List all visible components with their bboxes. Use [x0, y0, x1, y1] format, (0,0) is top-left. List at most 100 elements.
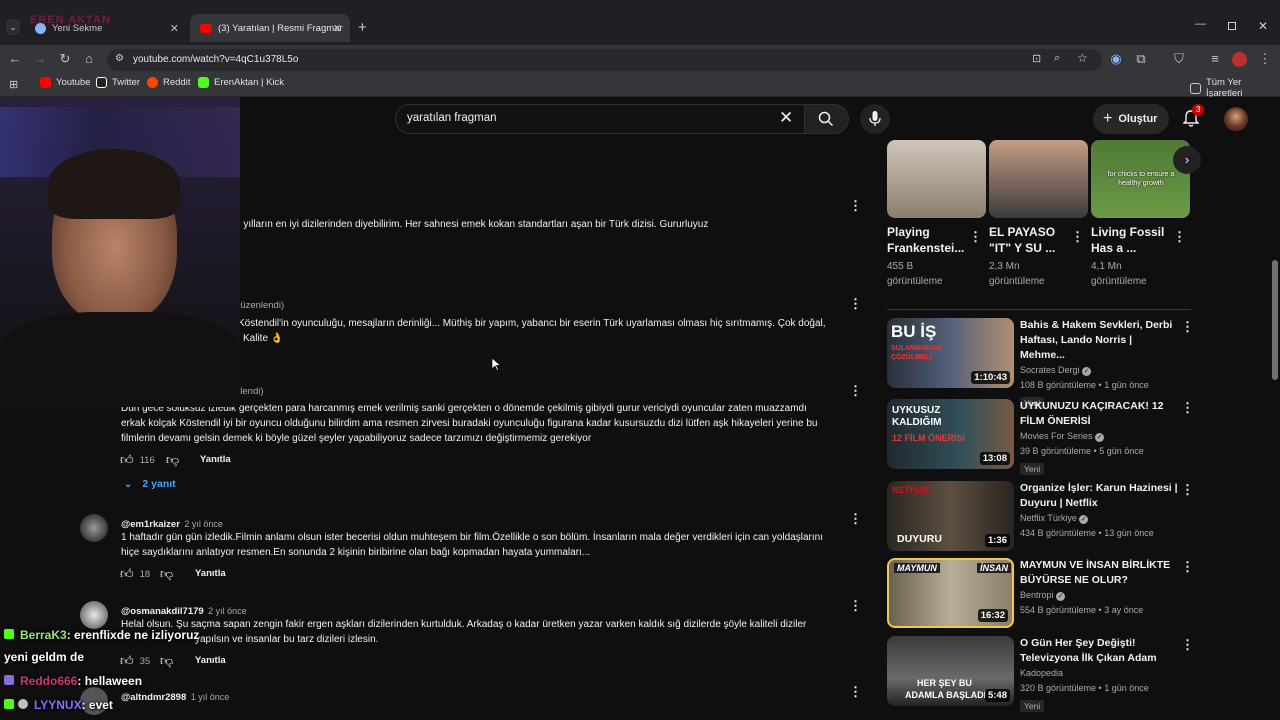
tab-new-tab[interactable]: Yeni Sekme ✕ [25, 14, 187, 42]
voice-search-button[interactable] [860, 104, 890, 134]
short-item[interactable]: Playing Frankenstei... 455 B görüntüleme… [887, 224, 986, 289]
related-video-item[interactable]: MAYMUN İNSAN 16:32 MAYMUN VE İNSAN BİRLİ… [887, 558, 1197, 630]
install-app-icon[interactable]: ⊡ [1032, 52, 1041, 65]
back-icon[interactable]: ← [6, 50, 24, 68]
comment-time[interactable]: 2 yıl önce [184, 519, 223, 529]
shelf-next-button[interactable]: › [1173, 146, 1201, 174]
bookmark-star-icon[interactable]: ☆ [1077, 51, 1088, 65]
comment-menu-icon[interactable]: ⋮ [849, 297, 862, 311]
bookmark-kick[interactable]: ErenAktan | Kick [198, 77, 284, 88]
comment-menu-icon[interactable]: ⋮ [849, 384, 862, 398]
profile-avatar[interactable] [1232, 52, 1247, 67]
dislike-button[interactable]: 👎︎ [166, 452, 179, 468]
close-window-button[interactable]: ✕ [1258, 19, 1268, 33]
chat-message: BerraK3: erenflixde ne izliyoruz [4, 628, 199, 642]
comment-text: Kalite 👌 [243, 333, 284, 344]
site-info-icon[interactable]: ⚙ [115, 53, 124, 64]
comment-author[interactable]: @em1rkaizer [121, 519, 180, 530]
related-video-item[interactable]: BU İŞ SULANMADAN ÇÖZÜLMELİ 1:10:43 Bahis… [887, 318, 1197, 409]
chat-badge-icon [4, 629, 14, 639]
account-avatar[interactable] [1224, 107, 1248, 131]
clear-search-icon[interactable]: ✕ [779, 108, 793, 128]
comment-menu-icon[interactable]: ⋮ [849, 599, 862, 613]
commenter-avatar[interactable] [80, 601, 108, 629]
comment-author[interactable]: @osmanakdil7179 [121, 606, 204, 617]
video-thumbnail[interactable]: NETFLIX DUYURU 1:36 [887, 481, 1014, 551]
bookmark-reddit[interactable]: Reddit [147, 77, 190, 88]
channel-name[interactable]: Kadopedia [1020, 666, 1178, 681]
tab-youtube[interactable]: (3) Yaratılan | Resmi Fragman | N ✕ [190, 14, 350, 42]
show-replies-button[interactable]: ⌄ 2 yanıt [124, 478, 176, 490]
video-menu-icon[interactable]: ⋮ [1181, 320, 1194, 334]
all-bookmarks[interactable]: Tüm Yer İşaretleri [1190, 77, 1280, 99]
close-tab-icon[interactable]: ✕ [333, 22, 342, 35]
dislike-button[interactable]: 👎︎ [160, 566, 173, 582]
address-bar[interactable]: ⚙ youtube.com/watch?v=4qC1u378L5o ⊡ ⌕ ☆ [107, 49, 1102, 71]
video-thumbnail[interactable]: BU İŞ SULANMADAN ÇÖZÜLMELİ 1:10:43 [887, 318, 1014, 388]
like-button[interactable]: 👍︎ 18 [120, 566, 150, 582]
bookmark-youtube[interactable]: Youtube [40, 77, 91, 88]
reply-button[interactable]: Yanıtla [200, 454, 231, 465]
short-thumbnail[interactable] [989, 140, 1088, 218]
bookmark-twitter[interactable]: Twitter [96, 77, 140, 88]
commenter-avatar[interactable] [80, 514, 108, 542]
like-button[interactable]: 👍︎ 35 [120, 653, 150, 669]
video-menu-icon[interactable]: ⋮ [1181, 638, 1194, 652]
search-button[interactable] [805, 104, 849, 134]
comment-menu-icon[interactable]: ⋮ [849, 512, 862, 526]
create-button[interactable]: + Oluştur [1093, 104, 1169, 134]
video-thumbnail[interactable]: UYKUSUZ KALDIĞIM 12 FİLM ÖNERİSİ 13:08 [887, 399, 1014, 469]
extensions-icon[interactable]: ⧉ [1132, 50, 1150, 68]
tab-list-dropdown-icon[interactable]: ⌄ [6, 19, 20, 35]
close-tab-icon[interactable]: ✕ [170, 22, 179, 35]
dislike-button[interactable]: 👎︎ [160, 653, 173, 669]
related-video-item[interactable]: NETFLIX DUYURU 1:36 Organize İşler: Karu… [887, 481, 1197, 553]
video-info: MAYMUN VE İNSAN BİRLİKTE BÜYÜRSE NE OLUR… [1020, 558, 1178, 618]
reply-button[interactable]: Yanıtla [195, 655, 226, 666]
new-tab-button[interactable]: + [358, 19, 367, 36]
scrollbar-thumb[interactable] [1272, 260, 1278, 380]
short-menu-icon[interactable]: ⋮ [969, 230, 982, 244]
comment-author[interactable]: @altndmr2898 [121, 692, 186, 703]
comment-time[interactable]: 2 yıl önce [208, 606, 247, 616]
like-button[interactable]: 👍︎ 116 [120, 452, 155, 468]
comment-menu-icon[interactable]: ⋮ [849, 685, 862, 699]
short-menu-icon[interactable]: ⋮ [1173, 230, 1186, 244]
video-thumbnail[interactable]: MAYMUN İNSAN 16:32 [887, 558, 1014, 628]
browser-menu-icon[interactable]: ⋮ [1256, 50, 1274, 68]
related-video-item[interactable]: HER ŞEY BU ADAMLA BAŞLADI 5:48 O Gün Her… [887, 636, 1197, 716]
search-box[interactable]: yaratılan fragman ✕ [395, 104, 805, 134]
video-menu-icon[interactable]: ⋮ [1181, 560, 1194, 574]
short-thumbnail[interactable] [887, 140, 986, 218]
notifications-button[interactable]: 3 [1182, 104, 1205, 128]
reload-icon[interactable]: ↻ [56, 50, 74, 68]
video-thumbnail[interactable]: HER ŞEY BU ADAMLA BAŞLADI 5:48 [887, 636, 1014, 706]
new-badge: Yeni [1020, 700, 1045, 712]
media-control-icon[interactable]: ≡ [1206, 50, 1224, 68]
comment-header: @altndmr2898 1 yıl önce [121, 687, 229, 705]
forward-icon[interactable]: → [31, 50, 49, 68]
channel-name[interactable]: Movies For Series ✓ [1020, 429, 1178, 444]
short-menu-icon[interactable]: ⋮ [1071, 230, 1084, 244]
restore-button[interactable] [1228, 22, 1236, 30]
minimize-button[interactable]: — [1195, 18, 1206, 30]
extension-audio-icon[interactable]: ◉ [1107, 50, 1125, 68]
reply-button[interactable]: Yanıtla [195, 568, 226, 579]
zoom-icon[interactable]: ⌕ [1054, 52, 1060, 65]
channel-name[interactable]: Bentropi ✓ [1020, 588, 1178, 603]
channel-name[interactable]: Netflix Türkiye ✓ [1020, 511, 1178, 526]
related-video-item[interactable]: UYKUSUZ KALDIĞIM 12 FİLM ÖNERİSİ 13:08 U… [887, 399, 1197, 475]
incognito-icon[interactable]: ⛉ [1170, 50, 1188, 68]
page-scrollbar[interactable] [1271, 97, 1280, 720]
search-input[interactable]: yaratılan fragman [407, 112, 497, 124]
home-icon[interactable]: ⌂ [80, 50, 98, 68]
comment-time[interactable]: 1 yıl önce [191, 692, 230, 702]
comment-menu-icon[interactable]: ⋮ [849, 199, 862, 213]
video-menu-icon[interactable]: ⋮ [1181, 401, 1194, 415]
short-item[interactable]: EL PAYASO "IT" Y SU ... 2,3 Mn görüntüle… [989, 224, 1088, 289]
video-menu-icon[interactable]: ⋮ [1181, 483, 1194, 497]
comment-text: 1 haftadır gün gün izledik.Filmin anlamı… [121, 532, 823, 543]
channel-name[interactable]: Socrates Dergi ✓ [1020, 363, 1178, 378]
short-item[interactable]: Living Fossil Has a ... 4,1 Mn görüntüle… [1091, 224, 1190, 289]
apps-grid-icon[interactable]: ⊞ [9, 78, 18, 91]
